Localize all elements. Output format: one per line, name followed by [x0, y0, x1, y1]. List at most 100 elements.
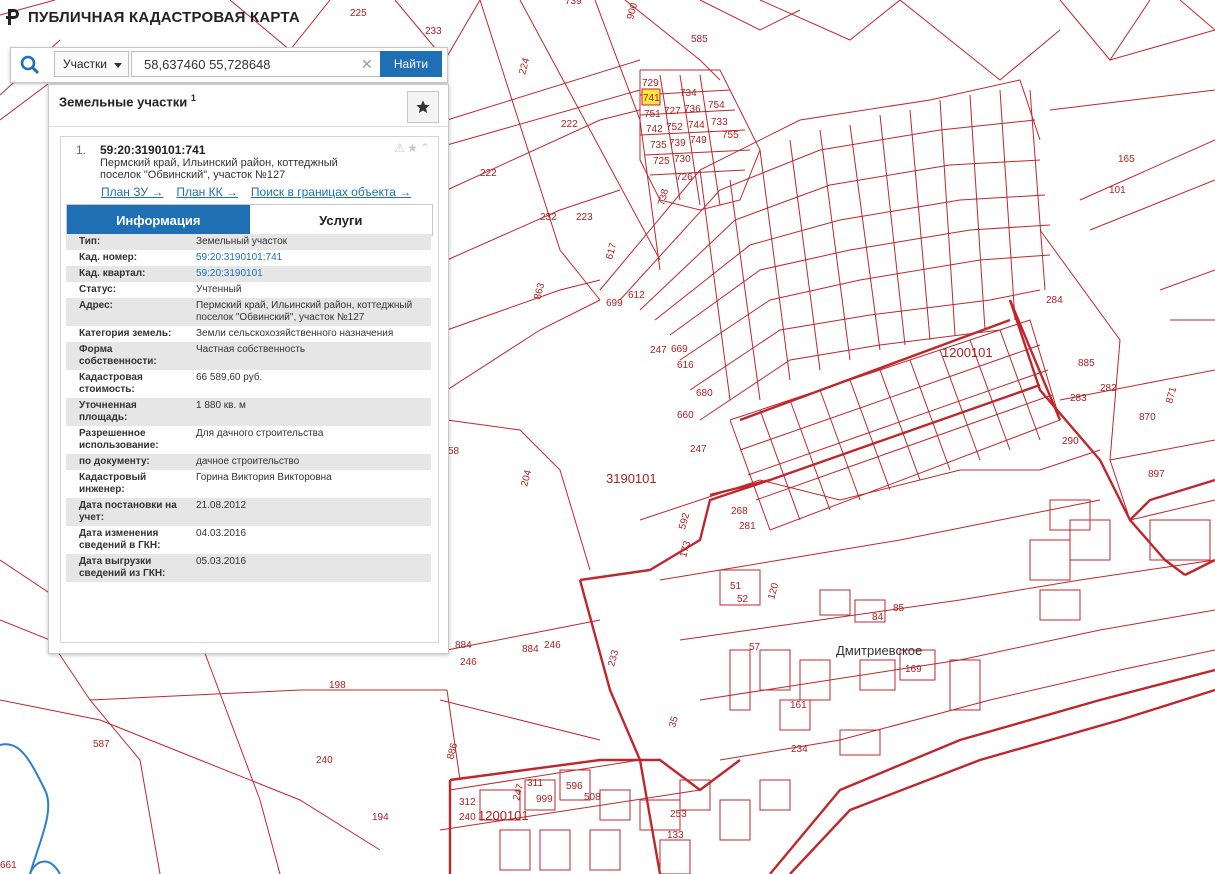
parcel-label: 233	[606, 648, 621, 667]
info-value: Земельный участок	[190, 234, 431, 250]
info-value: Земли сельскохозяйственного назначения	[190, 326, 431, 342]
link-search-bounds[interactable]: Поиск в границах объекта →	[251, 185, 411, 199]
info-value[interactable]: 59:20:3190101:741	[190, 250, 431, 266]
parcel-label: 58	[448, 446, 460, 457]
link-plan-kk[interactable]: План КК →	[176, 185, 238, 199]
info-key: Тип:	[66, 234, 190, 250]
parcel-label: 282	[1100, 383, 1117, 394]
parcel-label: 863	[532, 281, 547, 300]
parcel-label: 194	[372, 812, 389, 823]
info-row: Статус: Учтенный	[66, 282, 431, 298]
parcel-label: 240	[316, 755, 333, 766]
info-key: Категория земель:	[66, 326, 190, 342]
info-value: 66 589,60 руб.	[190, 370, 431, 398]
parcel-label: 240	[459, 812, 476, 823]
result-cadastral-number[interactable]: 59:20:3190101:741	[100, 143, 205, 157]
parcel-label: 742	[646, 124, 663, 135]
parcel-label: 727	[664, 106, 681, 117]
parcel-label: 699	[606, 298, 623, 309]
parcel-label: 281	[739, 521, 756, 532]
parcel-label: 741	[643, 93, 660, 104]
parcel-label: 734	[680, 88, 697, 99]
result-links: План ЗУ → План КК → Поиск в границах объ…	[101, 185, 411, 199]
parcel-label: 84	[872, 612, 884, 623]
find-button[interactable]: Найти	[380, 51, 442, 77]
parcel-label: 311	[527, 778, 543, 789]
result-card[interactable]: 1. 59:20:3190101:741 Пермский край, Ильи…	[60, 136, 439, 643]
app-header: ПУБЛИЧНАЯ КАДАСТРОВАЯ КАРТА	[6, 8, 300, 26]
parcel-label: 246	[544, 640, 561, 651]
info-value: Горина Виктория Викторовна	[190, 470, 431, 498]
parcel-label: 751	[644, 109, 661, 120]
parcel-label: 735	[650, 140, 667, 151]
parcel-label: 51	[730, 581, 742, 592]
info-row: Категория земель: Земли сельскохозяйствен…	[66, 326, 431, 342]
parcel-label: 739	[669, 138, 686, 149]
info-row: Тип: Земельный участок	[66, 234, 431, 250]
parcel-label: 3190101	[606, 471, 657, 486]
result-address: Пермский край, Ильинский район, коттеджн…	[100, 157, 338, 181]
tab-services[interactable]: Услуги	[249, 205, 432, 235]
parcel-label: 247	[650, 345, 667, 356]
favorite-button[interactable]	[407, 91, 439, 123]
parcel-label: 585	[691, 34, 708, 45]
info-row: Адрес: Пермский край, Ильинский район, ко…	[66, 298, 431, 326]
info-value[interactable]: 59:20:3190101	[190, 266, 431, 282]
parcel-label: 198	[329, 680, 346, 691]
divider	[49, 126, 448, 127]
parcel-label: 884	[455, 640, 472, 651]
info-value-link[interactable]: 59:20:3190101:741	[196, 252, 282, 263]
parcel-label: 222	[480, 168, 497, 179]
info-key: Форма собственности:	[66, 342, 190, 370]
info-row: по документу: дачное строительство	[66, 454, 431, 470]
info-row: Кадастровый инженер: Горина Виктория Викт…	[66, 470, 431, 498]
info-row: Форма собственности: Частная собственност…	[66, 342, 431, 370]
tab-information[interactable]: Информация	[67, 205, 250, 235]
parcel-label: 744	[688, 120, 705, 131]
search-icon[interactable]	[11, 48, 49, 82]
parcel-label: 661	[0, 860, 17, 871]
parcel-label: 101	[1109, 185, 1126, 196]
parcel-label: 587	[93, 739, 110, 750]
search-type-select[interactable]: Участки	[54, 51, 129, 77]
parcel-label: 725	[653, 156, 670, 167]
info-row: Разрешенное использование: Для дачного ст…	[66, 426, 431, 454]
info-row: Уточненная площадь: 1 880 кв. м	[66, 398, 431, 426]
parcel-label: 253	[670, 809, 687, 820]
chevron-down-icon	[114, 63, 122, 68]
warning-icon[interactable]: ⚠	[394, 141, 407, 155]
info-key: Кадастровый инженер:	[66, 470, 190, 498]
parcel-label: 726	[676, 172, 693, 183]
info-table: Тип: Земельный участок Кад. номер: 59:20:31…	[66, 234, 431, 582]
parcel-label: 165	[1118, 154, 1135, 165]
parcel-label: 884	[522, 644, 539, 655]
parcel-label: 616	[677, 360, 694, 371]
info-value-link[interactable]: 59:20:3190101	[196, 268, 263, 279]
parcel-label: 232	[540, 212, 557, 223]
parcel-label: 508	[584, 792, 601, 803]
parcel-label: 85	[893, 603, 905, 614]
parcel-label: 900	[625, 1, 640, 20]
parcel-label: 1200101	[478, 808, 529, 823]
parcel-label: 870	[1139, 412, 1156, 423]
parcel-label: 871	[1164, 385, 1179, 404]
info-key: Уточненная площадь:	[66, 398, 190, 426]
info-key: Дата постановки на учет:	[66, 498, 190, 526]
star-outline-icon[interactable]: ★	[407, 141, 420, 155]
panel-title-text: Земельные участки	[59, 94, 188, 110]
chevron-up-icon[interactable]: ⌃	[420, 141, 432, 155]
parcel-label: 897	[1148, 469, 1165, 480]
link-plan-zu[interactable]: План ЗУ →	[101, 185, 163, 199]
panel-title: Земельные участки 1	[59, 93, 196, 109]
info-value: 1 880 кв. м	[190, 398, 431, 426]
search-bar: Участки ✕ Найти	[10, 47, 448, 83]
info-row: Кад. номер: 59:20:3190101:741	[66, 250, 431, 266]
search-type-label: Участки	[63, 57, 107, 71]
search-input[interactable]	[131, 51, 381, 77]
parcel-label: 247	[511, 782, 526, 801]
parcel-label: 680	[696, 388, 713, 399]
clear-icon[interactable]: ✕	[361, 56, 373, 73]
parcel-label: 1200101	[942, 345, 993, 360]
info-key: Статус:	[66, 282, 190, 298]
info-row: Дата постановки на учет: 21.08.2012	[66, 498, 431, 526]
